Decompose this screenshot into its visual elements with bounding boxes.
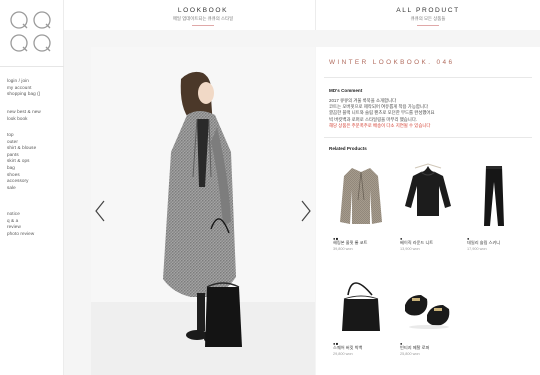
category-bag[interactable]: bag bbox=[7, 165, 36, 172]
product-image[interactable] bbox=[399, 160, 457, 232]
brand-logo[interactable] bbox=[8, 9, 54, 55]
knit-icon bbox=[405, 163, 451, 216]
tab-underline bbox=[417, 25, 439, 26]
my-account-link[interactable]: my account bbox=[7, 85, 40, 92]
lookbook-photo bbox=[91, 47, 315, 375]
featured-menu: new best & new look book bbox=[7, 109, 41, 122]
top-header: LOOKBOOK 매일 업데이트되는 큐큐의 스타일 ALL PRODUCT 큐… bbox=[64, 0, 540, 30]
notice-link[interactable]: notice bbox=[7, 211, 34, 218]
tab-all-product-title: ALL PRODUCT bbox=[396, 7, 460, 14]
product-price: 25,800 won bbox=[400, 352, 420, 356]
title-divider bbox=[324, 77, 532, 78]
lookbook-detail: WINTER LOOKBOOK. 046 MD's Comment 2017 큐… bbox=[316, 47, 540, 375]
product-price: 39,800 won bbox=[333, 247, 353, 251]
category-shirt-blouse[interactable]: shirt & blouse bbox=[7, 145, 36, 152]
account-menu: login / join my account shopping bag () bbox=[7, 78, 40, 98]
product-image[interactable] bbox=[332, 265, 390, 337]
tab-underline bbox=[192, 25, 214, 26]
logo-mark bbox=[10, 11, 51, 52]
review-link[interactable]: review bbox=[7, 224, 34, 231]
pants-icon bbox=[484, 166, 504, 226]
category-accessory[interactable]: accessory bbox=[7, 178, 36, 185]
community-menu: notice q & a review photo review bbox=[7, 211, 34, 237]
lookbook-title: WINTER LOOKBOOK. 046 bbox=[329, 59, 455, 66]
login-join-link[interactable]: login / join bbox=[7, 78, 40, 85]
product-name[interactable]: 데일리 슬림 스키니 bbox=[467, 240, 500, 246]
product-image[interactable] bbox=[399, 265, 457, 337]
product-price: 13,900 won bbox=[400, 247, 420, 251]
lookbook-link[interactable]: look book bbox=[7, 116, 41, 123]
product-image[interactable] bbox=[466, 160, 524, 232]
tab-lookbook-title: LOOKBOOK bbox=[177, 7, 229, 14]
bag-icon bbox=[342, 282, 380, 331]
coat-icon bbox=[340, 168, 382, 224]
loafer-icon bbox=[405, 295, 450, 329]
product-price: 17,900 won bbox=[467, 247, 487, 251]
category-pants[interactable]: pants bbox=[7, 152, 36, 159]
product-name[interactable]: 스퀘어 버킷 빅백 bbox=[333, 345, 362, 351]
tab-all-product[interactable]: ALL PRODUCT 큐큐의 모든 상품들 bbox=[316, 0, 540, 30]
new-best-link[interactable]: new best & new bbox=[7, 109, 41, 116]
tab-lookbook[interactable]: LOOKBOOK 매일 업데이트되는 큐큐의 스타일 bbox=[91, 0, 316, 30]
comment-divider bbox=[324, 137, 532, 138]
product-image[interactable] bbox=[332, 160, 390, 232]
category-skirt-ops[interactable]: skirt & ops bbox=[7, 158, 36, 165]
category-outer[interactable]: outer bbox=[7, 139, 36, 146]
chevron-left-icon bbox=[95, 200, 105, 222]
tab-lookbook-subtitle: 매일 업데이트되는 큐큐의 스타일 bbox=[172, 16, 234, 21]
carousel-next-button[interactable] bbox=[300, 200, 312, 222]
md-comment-body: 2017 큐큐의 겨울 룩북을 소개합니다 코트는 오버핏으로 제작되어 여유롭… bbox=[329, 98, 534, 129]
tab-all-product-subtitle: 큐큐의 모든 상품들 bbox=[410, 16, 446, 21]
qna-link[interactable]: q & a bbox=[7, 218, 34, 225]
carousel-prev-button[interactable] bbox=[94, 200, 106, 222]
sidebar: login / join my account shopping bag () … bbox=[0, 0, 64, 375]
chevron-right-icon bbox=[301, 200, 311, 222]
photo-review-link[interactable]: photo review bbox=[7, 231, 34, 238]
md-comment-notice: 해당 상품은 주문폭주로 배송이 다소 지연될 수 있습니다 bbox=[329, 122, 431, 128]
model-figure bbox=[91, 47, 315, 375]
md-comment-heading: MD's Comment bbox=[329, 88, 363, 93]
sidebar-divider bbox=[0, 66, 64, 67]
product-name[interactable]: 베이직 라운드 니트 bbox=[400, 240, 433, 246]
related-products-heading: Related Products bbox=[329, 146, 367, 151]
category-shoes[interactable]: shoes bbox=[7, 172, 36, 179]
product-name[interactable]: 빈티지 메탈 로퍼 bbox=[400, 345, 429, 351]
category-sale[interactable]: sale bbox=[7, 185, 36, 192]
category-menu: top outer shirt & blouse pants skirt & o… bbox=[7, 132, 36, 191]
product-name[interactable]: 헤링본 울핏 롱 코트 bbox=[333, 240, 367, 246]
shopping-bag-link[interactable]: shopping bag () bbox=[7, 91, 40, 98]
category-top[interactable]: top bbox=[7, 132, 36, 139]
product-price: 29,800 won bbox=[333, 352, 353, 356]
